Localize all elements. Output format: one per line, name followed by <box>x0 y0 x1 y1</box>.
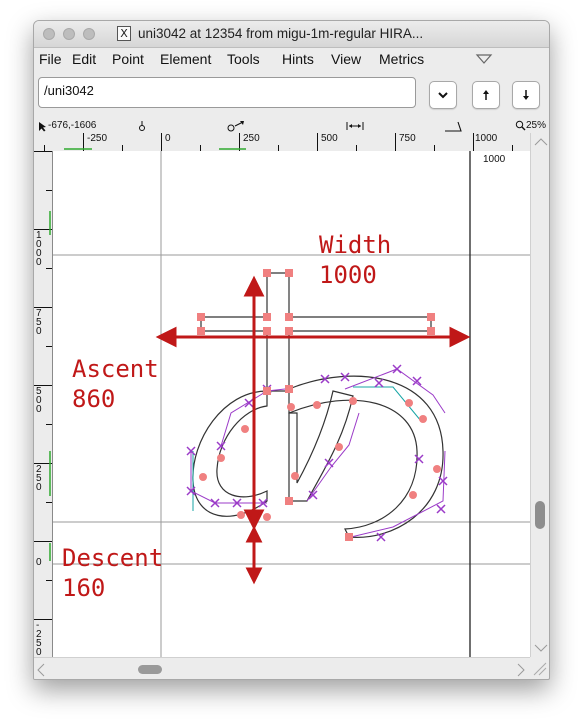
vruler-label: 500 <box>36 386 42 415</box>
window-title: uni3042 at 12354 from migu-1m-regular HI… <box>138 26 424 41</box>
menu-view[interactable]: View <box>331 51 361 67</box>
hruler-label: 500 <box>321 133 338 144</box>
menu-metrics[interactable]: Metrics <box>379 51 424 67</box>
glyph-contour-cross[interactable] <box>200 272 432 392</box>
menu-file[interactable]: File <box>39 51 62 67</box>
control-handles <box>190 368 446 538</box>
vruler-label: 750 <box>36 308 42 337</box>
vruler-label: 250 <box>36 464 42 493</box>
descent-annotation-value: 160 <box>62 574 106 602</box>
scroll-up-arrow-icon[interactable] <box>534 137 548 147</box>
glyph-dropdown-button[interactable] <box>429 81 457 109</box>
menu-hints[interactable]: Hints <box>282 51 314 67</box>
stepper-up-icon <box>483 90 489 100</box>
previous-glyph-button[interactable] <box>472 81 500 109</box>
menu-edit[interactable]: Edit <box>72 51 96 67</box>
width-annotation-value: 1000 <box>319 261 377 289</box>
vertical-ruler[interactable]: 1000 750 500 250 0 -250 <box>34 151 53 658</box>
relative-position-icon <box>227 121 244 132</box>
x11-app-icon: X <box>117 26 131 41</box>
chevron-down-icon <box>438 92 448 99</box>
vruler-label: -250 <box>36 620 42 658</box>
hruler-label: 0 <box>165 133 171 144</box>
scroll-down-arrow-icon[interactable] <box>534 643 548 653</box>
title-bar: X uni3042 at 12354 from migu-1m-regular … <box>34 21 549 48</box>
stepper-down-icon <box>523 90 529 100</box>
resize-grip-icon[interactable] <box>531 659 547 677</box>
width-annotation-title: Width <box>319 231 392 259</box>
hruler-label: 1000 <box>475 133 498 144</box>
horizontal-scroll-thumb[interactable] <box>138 665 162 674</box>
info-bar: -676,-1606 25% <box>34 119 549 133</box>
scroll-left-arrow-icon[interactable] <box>36 663 46 677</box>
horizontal-ruler[interactable]: -250 0 250 500 750 1000 <box>34 133 530 152</box>
glyph-contour-inner-stroke[interactable] <box>288 390 354 502</box>
more-menus-chevron-icon[interactable] <box>475 53 493 65</box>
distance-icon <box>346 122 364 130</box>
ascent-annotation-value: 860 <box>72 385 116 413</box>
close-window-button[interactable] <box>43 28 55 40</box>
angle-icon <box>445 121 462 132</box>
hruler-label: 750 <box>399 133 416 144</box>
scroll-right-arrow-icon[interactable] <box>516 663 526 677</box>
advance-width-label: 1000 <box>483 154 506 165</box>
menu-bar: File Edit Point Element Tools Hints View… <box>34 48 549 70</box>
vruler-label: 0 <box>36 557 42 568</box>
menu-tools[interactable]: Tools <box>227 51 260 67</box>
width-annotation: Width 1000 <box>319 230 391 290</box>
descent-annotation: Descent 160 <box>62 543 163 603</box>
point-info-icon <box>139 121 145 131</box>
metric-arrows <box>155 275 471 585</box>
menu-element[interactable]: Element <box>160 51 211 67</box>
zoom-window-button[interactable] <box>83 28 95 40</box>
hruler-label: 250 <box>243 133 260 144</box>
ascent-annotation: Ascent 860 <box>72 354 159 414</box>
glyph-name-field[interactable]: /uni3042 <box>38 77 416 108</box>
next-glyph-button[interactable] <box>512 81 540 109</box>
hruler-label: -250 <box>87 133 108 144</box>
vertical-scroll-thumb[interactable] <box>535 501 545 529</box>
zoom-level: 25% <box>526 120 547 131</box>
vertical-scrollbar[interactable] <box>530 133 549 657</box>
vruler-label: 1000 <box>36 230 42 268</box>
off-curve-points[interactable] <box>186 364 448 542</box>
zoom-magnifier-icon <box>515 120 526 131</box>
descent-annotation-title: Descent <box>62 544 164 572</box>
ascent-annotation-title: Ascent <box>72 355 159 383</box>
menu-point[interactable]: Point <box>112 51 144 67</box>
pointer-icon <box>39 122 46 132</box>
minimize-window-button[interactable] <box>63 28 75 40</box>
cursor-coordinates: -676,-1606 <box>48 120 97 131</box>
horizontal-scrollbar[interactable] <box>34 657 530 679</box>
